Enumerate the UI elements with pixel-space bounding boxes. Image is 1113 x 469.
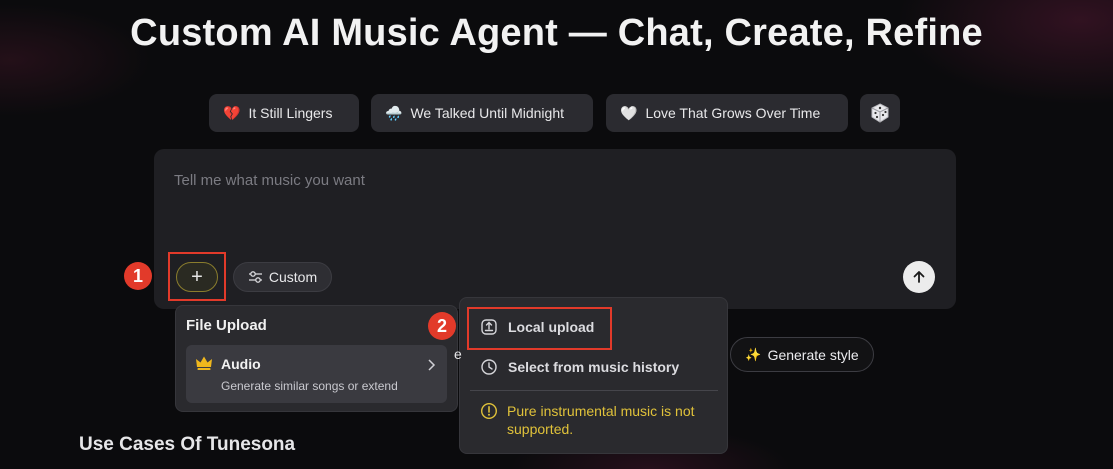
use-cases-heading: Use Cases Of Tunesona <box>79 434 296 455</box>
crown-icon <box>196 356 212 370</box>
step-badge-2: 2 <box>428 312 456 340</box>
rain-cloud-icon: 🌧️ <box>385 104 403 121</box>
step-badge-1: 1 <box>124 262 152 290</box>
chip-label: We Talked Until Midnight <box>410 105 564 121</box>
prompt-input-placeholder[interactable]: Tell me what music you want <box>174 172 365 189</box>
music-history-label: Select from music history <box>508 359 680 375</box>
partially-hidden-text: e <box>454 346 462 362</box>
warning-text: Pure instrumental music is not supported… <box>507 403 695 437</box>
clock-icon <box>481 359 497 375</box>
custom-label: Custom <box>268 269 318 285</box>
chip-label: Love That Grows Over Time <box>645 105 821 121</box>
audio-upload-option[interactable]: Audio Generate similar songs or extend <box>186 345 447 403</box>
file-upload-panel: File Upload Audio Generate similar songs… <box>175 305 458 412</box>
dice-icon <box>871 103 889 123</box>
file-upload-title: File Upload <box>186 317 267 334</box>
page-stage: Custom AI Music Agent — Chat, Create, Re… <box>0 0 1113 469</box>
chevron-right-icon <box>428 359 436 371</box>
music-history-option[interactable]: Select from music history <box>470 352 718 382</box>
prompt-chip-we-talked-until-midnight[interactable]: 🌧️ We Talked Until Midnight <box>371 94 593 132</box>
prompt-chip-it-still-lingers[interactable]: 💔 It Still Lingers <box>209 94 359 132</box>
highlight-box-step2 <box>467 307 612 350</box>
arrow-up-icon <box>913 271 925 283</box>
instrumental-warning: Pure instrumental music is not supported… <box>480 402 720 438</box>
audio-option-label: Audio <box>221 356 261 372</box>
highlight-box-step1 <box>168 252 226 301</box>
white-heart-icon: 🤍 <box>620 104 638 121</box>
menu-divider <box>470 390 718 391</box>
broken-heart-icon: 💔 <box>223 104 241 121</box>
chip-label: It Still Lingers <box>248 105 333 121</box>
generate-style-label: Generate style <box>767 346 859 363</box>
random-prompt-button[interactable] <box>860 94 900 132</box>
prompt-chip-love-that-grows[interactable]: 🤍 Love That Grows Over Time <box>606 94 848 132</box>
send-button[interactable] <box>903 261 935 293</box>
sparkle-icon: ✨ <box>745 346 762 362</box>
page-title: Custom AI Music Agent — Chat, Create, Re… <box>130 12 983 54</box>
audio-option-description: Generate similar songs or extend <box>221 379 398 393</box>
sliders-icon <box>248 271 262 283</box>
warning-icon <box>480 402 498 420</box>
custom-settings-button[interactable]: Custom <box>233 262 332 292</box>
generate-style-button[interactable]: ✨ Generate style <box>730 337 874 372</box>
